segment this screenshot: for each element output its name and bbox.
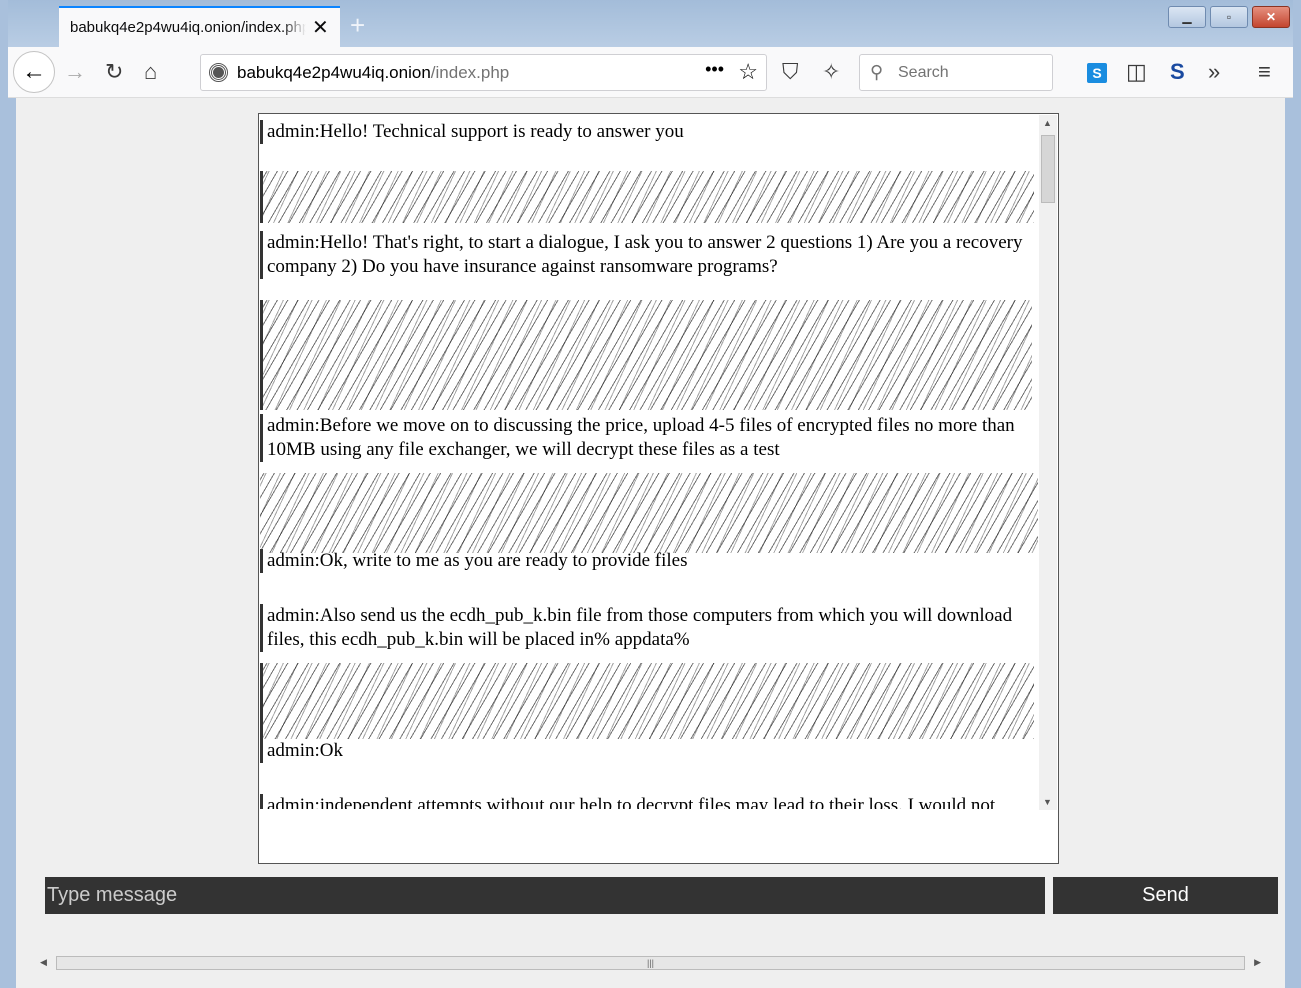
url-host: babukq4e2p4wu4iq.onion — [237, 62, 431, 82]
scroll-right-icon[interactable]: ▶ — [1254, 957, 1261, 968]
scroll-left-icon[interactable]: ◀ — [40, 957, 47, 968]
new-tab-icon[interactable]: + — [350, 10, 365, 41]
chat-message: admin:Hello! Technical support is ready … — [260, 120, 1035, 144]
chat-message: admin:Before we move on to discussing th… — [260, 414, 1035, 462]
scroll-up-icon[interactable]: ▲ — [1043, 118, 1052, 128]
send-button[interactable]: Send — [1053, 877, 1278, 914]
scroll-down-icon[interactable]: ▼ — [1043, 797, 1052, 807]
menu-icon[interactable]: ≡ — [1258, 59, 1271, 85]
bookmark-star-icon[interactable]: ☆ — [738, 59, 758, 85]
broom-icon[interactable]: ✧ — [822, 59, 840, 85]
scrollbar-thumb[interactable]: ||| — [56, 956, 1245, 970]
horizontal-scrollbar[interactable]: ◀ ||| ▶ — [36, 954, 1265, 972]
title-bar: babukq4e2p4wu4iq.onion/index.php ✕ + ▁ ▫… — [8, 0, 1293, 47]
scrollbar-thumb[interactable] — [1041, 135, 1055, 203]
minimize-button[interactable]: ▁ — [1168, 6, 1206, 28]
chat-message: admin:independent attempts without our h… — [260, 794, 1035, 809]
chat-scrollbar[interactable]: ▲ ▼ — [1039, 115, 1057, 810]
chat-message: admin:Ok — [260, 739, 1035, 763]
chat-messages[interactable]: admin:Hello! Technical support is ready … — [259, 114, 1039, 809]
url-bar[interactable]: babukq4e2p4wu4iq.onion/index.php ••• ☆ — [200, 54, 767, 91]
page-content: admin:Hello! Technical support is ready … — [16, 98, 1285, 988]
chat-message: admin:Ok, write to me as you are ready t… — [260, 549, 1035, 573]
reload-button[interactable]: ↻ — [105, 59, 123, 85]
search-icon: ⚲ — [870, 62, 884, 82]
url-path: /index.php — [430, 62, 510, 82]
redacted-message — [260, 663, 1034, 739]
chat-message: admin:Also send us the ecdh_pub_k.bin fi… — [260, 604, 1035, 652]
nav-toolbar: ← → ↻ ⌂ babukq4e2p4wu4iq.onion/index.php… — [8, 47, 1293, 98]
shield-icon[interactable]: ⛉ — [782, 59, 799, 85]
browser-window: babukq4e2p4wu4iq.onion/index.php ✕ + ▁ ▫… — [8, 0, 1293, 988]
search-input[interactable]: ⚲ Search — [859, 54, 1053, 91]
chat-message: admin:Hello! That's right, to start a di… — [260, 231, 1035, 279]
home-button[interactable]: ⌂ — [144, 59, 157, 85]
search-placeholder: Search — [898, 64, 949, 81]
close-tab-icon[interactable]: ✕ — [312, 15, 329, 40]
redacted-message — [260, 300, 1032, 410]
tab-active[interactable]: babukq4e2p4wu4iq.onion/index.php ✕ — [59, 6, 340, 47]
tab-title: babukq4e2p4wu4iq.onion/index.php — [70, 19, 306, 36]
onion-icon — [209, 63, 228, 82]
maximize-button[interactable]: ▫ — [1210, 6, 1248, 28]
back-button[interactable]: ← — [13, 51, 55, 93]
chat-box: admin:Hello! Technical support is ready … — [258, 113, 1059, 864]
s-extension-icon[interactable]: S — [1170, 59, 1185, 85]
overflow-chevron-icon[interactable]: » — [1208, 59, 1220, 85]
forward-button[interactable]: → — [64, 59, 86, 85]
redacted-message — [260, 171, 1034, 223]
redacted-message — [260, 473, 1038, 553]
message-placeholder: Type message — [47, 884, 178, 906]
close-window-button[interactable]: ✕ — [1252, 6, 1290, 28]
message-input[interactable]: Type message — [45, 877, 1045, 914]
page-actions-icon[interactable]: ••• — [705, 59, 724, 80]
sidebar-icon[interactable]: ◫ — [1126, 59, 1147, 85]
skype-extension-icon[interactable]: S — [1087, 63, 1107, 83]
